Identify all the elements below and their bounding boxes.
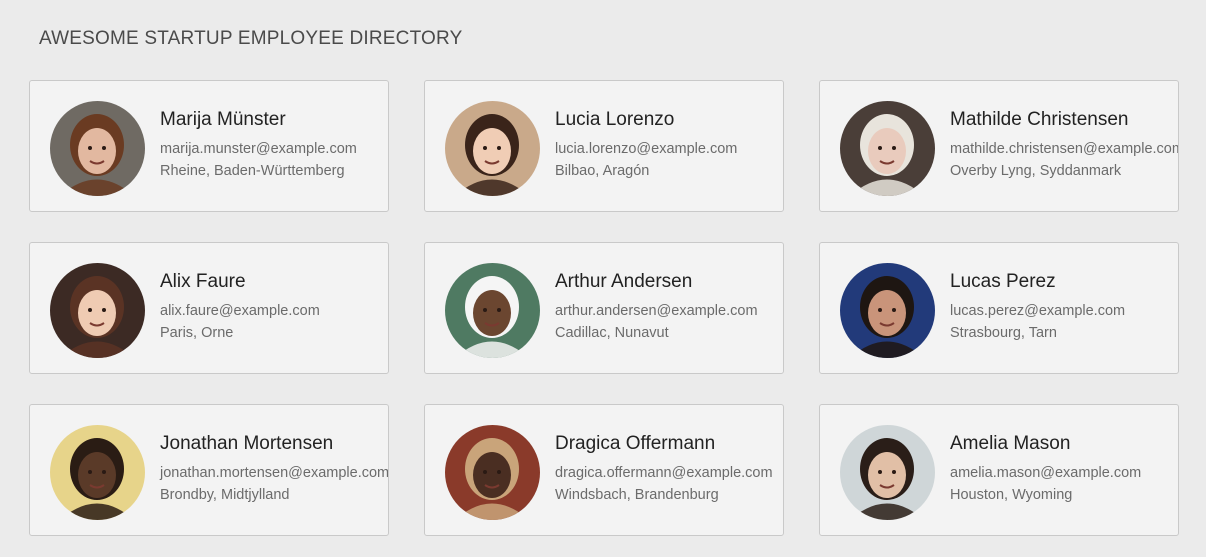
employee-card[interactable]: Jonathan Mortensen jonathan.mortensen@ex… <box>29 404 389 536</box>
employee-info: Dragica Offermann dragica.offermann@exam… <box>555 433 773 506</box>
employee-info: Jonathan Mortensen jonathan.mortensen@ex… <box>160 433 389 506</box>
employee-name: Lucas Perez <box>950 271 1056 292</box>
employee-location: Bilbao, Aragón <box>555 163 650 179</box>
employee-email: lucia.lorenzo@example.com <box>555 141 738 157</box>
employee-email: marija.munster@example.com <box>160 141 357 157</box>
employee-info: Lucas Perez lucas.perez@example.com Stra… <box>950 271 1125 344</box>
employee-location: Cadillac, Nunavut <box>555 325 669 341</box>
employee-card[interactable]: Lucia Lorenzo lucia.lorenzo@example.com … <box>424 80 784 212</box>
employee-avatar <box>50 425 145 520</box>
employee-name: Mathilde Christensen <box>950 109 1129 130</box>
employee-info: Lucia Lorenzo lucia.lorenzo@example.com … <box>555 109 737 182</box>
employee-info: Arthur Andersen arthur.andersen@example.… <box>555 271 758 344</box>
employee-location: Overby Lyng, Syddanmark <box>950 163 1122 179</box>
employee-card[interactable]: Lucas Perez lucas.perez@example.com Stra… <box>819 242 1179 374</box>
employee-card[interactable]: Marija Münster marija.munster@example.co… <box>29 80 389 212</box>
page-title: AWESOME STARTUP EMPLOYEE DIRECTORY <box>39 28 463 49</box>
employee-card[interactable]: Amelia Mason amelia.mason@example.com Ho… <box>819 404 1179 536</box>
employee-email: amelia.mason@example.com <box>950 465 1142 481</box>
employee-name: Alix Faure <box>160 271 246 292</box>
employee-email: arthur.andersen@example.com <box>555 303 758 319</box>
employee-avatar <box>50 263 145 358</box>
employee-location: Rheine, Baden-Württemberg <box>160 163 345 179</box>
employee-email: lucas.perez@example.com <box>950 303 1126 319</box>
employee-info: Amelia Mason amelia.mason@example.com Ho… <box>950 433 1141 506</box>
employee-avatar <box>445 101 540 196</box>
employee-avatar <box>840 263 935 358</box>
employee-card[interactable]: Arthur Andersen arthur.andersen@example.… <box>424 242 784 374</box>
employee-name: Marija Münster <box>160 109 286 130</box>
employee-name: Lucia Lorenzo <box>555 109 675 130</box>
employee-card[interactable]: Mathilde Christensen mathilde.christense… <box>819 80 1179 212</box>
employee-info: Marija Münster marija.munster@example.co… <box>160 109 357 182</box>
employee-card[interactable]: Dragica Offermann dragica.offermann@exam… <box>424 404 784 536</box>
employee-email: alix.faure@example.com <box>160 303 320 319</box>
employee-avatar <box>445 425 540 520</box>
employee-card[interactable]: Alix Faure alix.faure@example.com Paris,… <box>29 242 389 374</box>
employee-avatar <box>445 263 540 358</box>
employee-info: Mathilde Christensen mathilde.christense… <box>950 109 1179 182</box>
employee-email: jonathan.mortensen@example.com <box>160 465 389 481</box>
employee-grid: Marija Münster marija.munster@example.co… <box>29 80 1179 536</box>
employee-location: Windsbach, Brandenburg <box>555 487 719 503</box>
employee-name: Jonathan Mortensen <box>160 433 334 454</box>
employee-email: mathilde.christensen@example.com <box>950 141 1179 157</box>
employee-location: Brondby, Midtjylland <box>160 487 290 503</box>
employee-name: Amelia Mason <box>950 433 1071 454</box>
employee-avatar <box>840 101 935 196</box>
employee-avatar <box>840 425 935 520</box>
employee-name: Arthur Andersen <box>555 271 693 292</box>
employee-location: Paris, Orne <box>160 325 234 341</box>
employee-location: Houston, Wyoming <box>950 487 1073 503</box>
employee-name: Dragica Offermann <box>555 433 716 454</box>
employee-email: dragica.offermann@example.com <box>555 465 773 481</box>
employee-avatar <box>50 101 145 196</box>
employee-info: Alix Faure alix.faure@example.com Paris,… <box>160 271 320 344</box>
employee-location: Strasbourg, Tarn <box>950 325 1057 341</box>
